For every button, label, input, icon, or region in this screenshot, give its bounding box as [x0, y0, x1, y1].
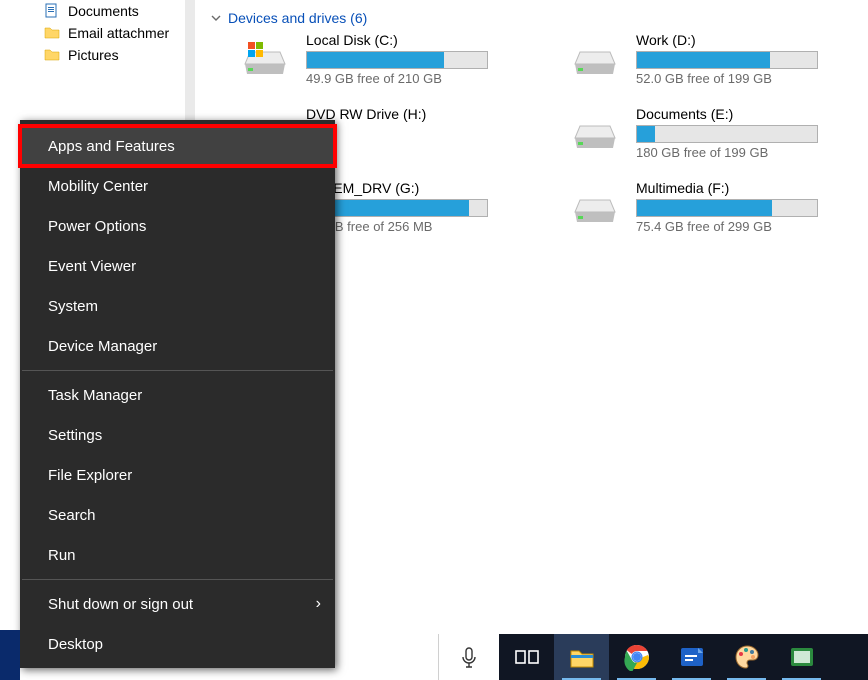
- winx-item[interactable]: System: [20, 286, 335, 326]
- folder-icon: [44, 47, 60, 63]
- quick-access-label: Email attachmer: [68, 25, 169, 41]
- drive-name: DVD RW Drive (H:): [306, 106, 560, 122]
- winx-item-label: Apps and Features: [48, 138, 175, 155]
- drive-icon: [570, 186, 620, 226]
- drive-free-text: 52.0 GB free of 199 GB: [636, 71, 868, 86]
- drive-free-text: 27 MB free of 256 MB: [306, 219, 560, 234]
- drive-name: Work (D:): [636, 32, 868, 48]
- winx-item-label: Power Options: [48, 218, 146, 235]
- drive-item[interactable]: Local Disk (C:) 49.9 GB free of 210 GB: [240, 32, 560, 86]
- taskbar-task-view[interactable]: [499, 634, 554, 680]
- start-button-edge[interactable]: [0, 630, 20, 680]
- section-header[interactable]: Devices and drives (6): [210, 10, 860, 26]
- winx-item-label: Run: [48, 547, 76, 564]
- section-title: Devices and drives (6): [228, 10, 367, 26]
- winx-item[interactable]: Desktop: [20, 624, 335, 664]
- drive-name: Documents (E:): [636, 106, 868, 122]
- chevron-down-icon: [210, 12, 222, 24]
- winx-item-label: Event Viewer: [48, 258, 136, 275]
- quick-access-label: Documents: [68, 3, 139, 19]
- winx-item-label: Task Manager: [48, 387, 142, 404]
- drive-icon: [570, 38, 620, 78]
- winx-item[interactable]: Shut down or sign out ›: [20, 584, 335, 624]
- drive-item[interactable]: Documents (E:) 180 GB free of 199 GB: [570, 106, 868, 160]
- taskbar: [438, 634, 868, 680]
- winx-item[interactable]: Settings: [20, 415, 335, 455]
- quick-access-nav: Documents Email attachmer Pictures: [0, 0, 185, 66]
- winx-item[interactable]: Event Viewer: [20, 246, 335, 286]
- taskbar-sticky-notes[interactable]: [664, 634, 719, 680]
- cortana-mic-icon: [458, 646, 480, 668]
- drive-usage-bar: [306, 51, 488, 69]
- winx-item-label: System: [48, 298, 98, 315]
- drive-name: YSTEM_DRV (G:): [306, 180, 560, 196]
- winx-item-label: Shut down or sign out: [48, 596, 193, 613]
- winx-item-label: Mobility Center: [48, 178, 148, 195]
- taskbar-cortana-mic[interactable]: [438, 634, 499, 680]
- winx-item-label: Device Manager: [48, 338, 157, 355]
- paint-icon: [733, 643, 761, 671]
- winx-item[interactable]: Mobility Center: [20, 166, 335, 206]
- taskbar-paint[interactable]: [719, 634, 774, 680]
- drive-icon: [570, 112, 620, 152]
- winx-item-label: Desktop: [48, 636, 103, 653]
- taskbar-chrome[interactable]: [609, 634, 664, 680]
- drive-item[interactable]: Multimedia (F:) 75.4 GB free of 299 GB: [570, 180, 868, 234]
- winx-item[interactable]: File Explorer: [20, 455, 335, 495]
- drive-usage-bar: [636, 125, 818, 143]
- drive-icon: [240, 38, 290, 78]
- quick-access-item[interactable]: Pictures: [0, 44, 185, 66]
- drive-usage-bar: [636, 51, 818, 69]
- folder-icon: [44, 25, 60, 41]
- drive-free-text: 49.9 GB free of 210 GB: [306, 71, 560, 86]
- winx-item-label: Settings: [48, 427, 102, 444]
- drive-free-text: 180 GB free of 199 GB: [636, 145, 868, 160]
- drive-name: Multimedia (F:): [636, 180, 868, 196]
- winx-menu: Apps and Features Mobility Center Power Op…: [20, 120, 335, 668]
- menu-separator: [22, 579, 333, 580]
- drive-name: Local Disk (C:): [306, 32, 560, 48]
- document-icon: [44, 3, 60, 19]
- app-icon: [788, 643, 816, 671]
- file-explorer-icon: [568, 643, 596, 671]
- sticky-notes-icon: [678, 643, 706, 671]
- task-view-icon: [513, 643, 541, 671]
- quick-access-item[interactable]: Documents: [0, 0, 185, 22]
- winx-item[interactable]: Apps and Features: [20, 126, 335, 166]
- winx-item[interactable]: Power Options: [20, 206, 335, 246]
- winx-item[interactable]: Run: [20, 535, 335, 575]
- quick-access-item[interactable]: Email attachmer: [0, 22, 185, 44]
- winx-item[interactable]: Search: [20, 495, 335, 535]
- winx-item-label: File Explorer: [48, 467, 132, 484]
- nav-separator: [185, 0, 195, 120]
- drive-item[interactable]: Work (D:) 52.0 GB free of 199 GB: [570, 32, 868, 86]
- taskbar-file-explorer[interactable]: [554, 634, 609, 680]
- winx-item[interactable]: Device Manager: [20, 326, 335, 366]
- quick-access-label: Pictures: [68, 47, 119, 63]
- menu-separator: [22, 370, 333, 371]
- winx-item[interactable]: Task Manager: [20, 375, 335, 415]
- chevron-right-icon: ›: [316, 595, 321, 613]
- drive-free-text: 75.4 GB free of 299 GB: [636, 219, 868, 234]
- drive-usage-bar: [636, 199, 818, 217]
- winx-item-label: Search: [48, 507, 96, 524]
- taskbar-app[interactable]: [774, 634, 829, 680]
- chrome-icon: [623, 643, 651, 671]
